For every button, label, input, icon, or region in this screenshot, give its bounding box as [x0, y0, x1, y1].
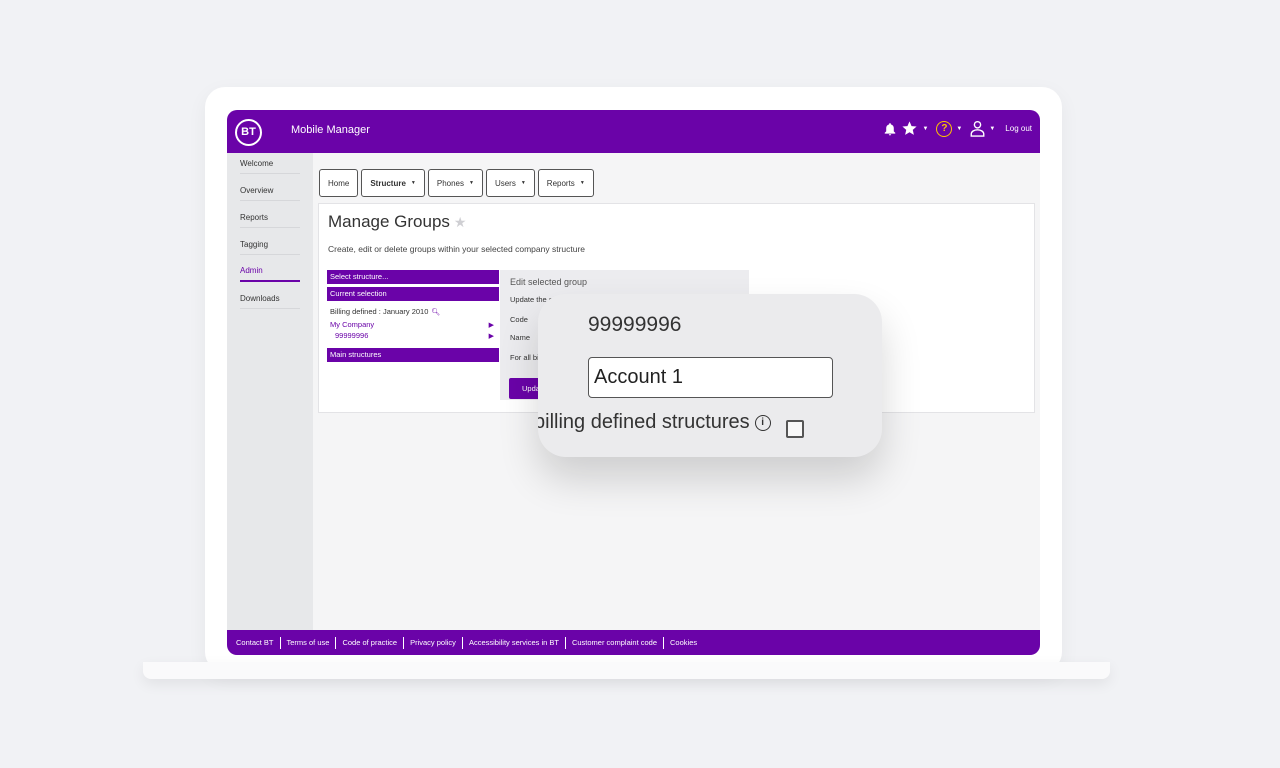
- arrow-right-icon[interactable]: ▶: [489, 321, 494, 329]
- chevron-down-icon: ▼: [410, 180, 416, 186]
- footer-divider: [403, 636, 405, 649]
- sidebar: Welcome Overview Reports Tagging Admin D…: [227, 153, 313, 630]
- favourite-star-icon[interactable]: ★: [454, 214, 467, 231]
- tree-item-account[interactable]: 99999996: [335, 331, 368, 340]
- tab-phones[interactable]: Phones ▼: [427, 169, 483, 197]
- billing-defined-row: Billing defined : January 2010 🔍︎: [330, 307, 440, 316]
- chevron-down-icon: ▼: [579, 180, 585, 186]
- bell-icon[interactable]: [883, 122, 897, 136]
- sidebar-item-downloads[interactable]: Downloads: [240, 294, 300, 309]
- footer-link-code-of-practice[interactable]: Code of practice: [342, 638, 397, 647]
- tab-home[interactable]: Home: [319, 169, 359, 197]
- info-icon[interactable]: i: [754, 414, 771, 431]
- chevron-down-icon[interactable]: ▼: [922, 126, 928, 132]
- tab-reports[interactable]: Reports ▼: [537, 169, 594, 197]
- header-actions: ▼ ? ▼ ▼ Log out: [883, 120, 1032, 137]
- billing-defined-text: Billing defined : January 2010: [330, 307, 429, 316]
- footer: Contact BT Terms of use Code of practice…: [227, 630, 1040, 655]
- chevron-down-icon: ▼: [469, 180, 474, 186]
- name-label: Name: [510, 333, 531, 342]
- chevron-down-icon[interactable]: ▼: [956, 126, 962, 132]
- footer-link-privacy[interactable]: Privacy policy: [410, 638, 456, 647]
- footer-link-terms[interactable]: Terms of use: [287, 638, 330, 647]
- page-title-text: Manage Groups: [328, 212, 450, 231]
- group-name-input[interactable]: [588, 357, 833, 398]
- footer-link-complaint[interactable]: Customer complaint code: [572, 638, 657, 647]
- sidebar-item-overview[interactable]: Overview: [240, 186, 300, 201]
- footer-divider: [564, 636, 566, 649]
- footer-link-contact[interactable]: Contact BT: [236, 638, 274, 647]
- footer-divider: [663, 636, 665, 649]
- main-structures-bar[interactable]: Main structures: [327, 348, 499, 362]
- footer-link-cookies[interactable]: Cookies: [670, 638, 697, 647]
- tab-structure[interactable]: Structure ▼: [361, 169, 425, 197]
- sidebar-item-welcome[interactable]: Welcome: [240, 159, 300, 174]
- bt-logo[interactable]: BT: [235, 119, 262, 146]
- structure-selector: Select structure... Current selection Bi…: [327, 270, 499, 362]
- tab-label: Reports: [546, 178, 575, 188]
- current-selection-bar: Current selection: [327, 287, 499, 301]
- tab-users[interactable]: Users ▼: [485, 169, 535, 197]
- footer-divider: [461, 636, 463, 649]
- chevron-down-icon: ▼: [520, 180, 526, 186]
- billing-structures-row: billing defined structures i: [538, 411, 771, 434]
- footer-link-accessibility[interactable]: Accessibility services in BT: [469, 638, 559, 647]
- code-label: Code: [510, 315, 528, 324]
- star-icon[interactable]: [901, 120, 918, 137]
- laptop-base: [143, 662, 1110, 679]
- zoom-callout: 99999996 billing defined structures i: [538, 294, 882, 457]
- edit-panel-title: Edit selected group: [510, 277, 588, 287]
- tree-item-company[interactable]: My Company: [330, 320, 374, 329]
- tab-label: Home: [328, 178, 350, 188]
- chevron-down-icon[interactable]: ▼: [989, 126, 995, 132]
- select-structure-bar[interactable]: Select structure...: [327, 270, 499, 284]
- help-icon[interactable]: ?: [936, 120, 953, 137]
- billing-structures-checkbox[interactable]: [786, 420, 804, 438]
- page-title: Manage Groups ★: [328, 212, 466, 232]
- footer-divider: [335, 636, 337, 649]
- footer-divider: [279, 636, 281, 649]
- tab-bar: Home Structure ▼ Phones ▼ Users ▼ Reports ▼: [319, 169, 594, 197]
- sidebar-item-admin[interactable]: Admin: [240, 266, 300, 282]
- search-icon[interactable]: 🔍︎: [431, 309, 440, 316]
- page-description: Create, edit or delete groups within you…: [328, 244, 586, 254]
- tab-label: Users: [494, 178, 516, 188]
- arrow-right-icon[interactable]: ▶: [489, 332, 494, 340]
- tab-label: Phones: [436, 178, 464, 188]
- billing-structures-label: For all bi: [510, 353, 539, 362]
- user-icon[interactable]: [970, 120, 985, 137]
- sidebar-item-tagging[interactable]: Tagging: [240, 240, 300, 255]
- billing-structures-text: billing defined structures: [538, 411, 750, 433]
- group-code-value: 99999996: [588, 313, 682, 336]
- sidebar-item-reports[interactable]: Reports: [240, 213, 300, 228]
- logout-link[interactable]: Log out: [1005, 124, 1032, 133]
- top-bar: BT Mobile Manager ▼ ? ▼ ▼ Log out: [227, 110, 1040, 153]
- tab-label: Structure: [370, 178, 406, 188]
- app-title: Mobile Manager: [291, 124, 370, 136]
